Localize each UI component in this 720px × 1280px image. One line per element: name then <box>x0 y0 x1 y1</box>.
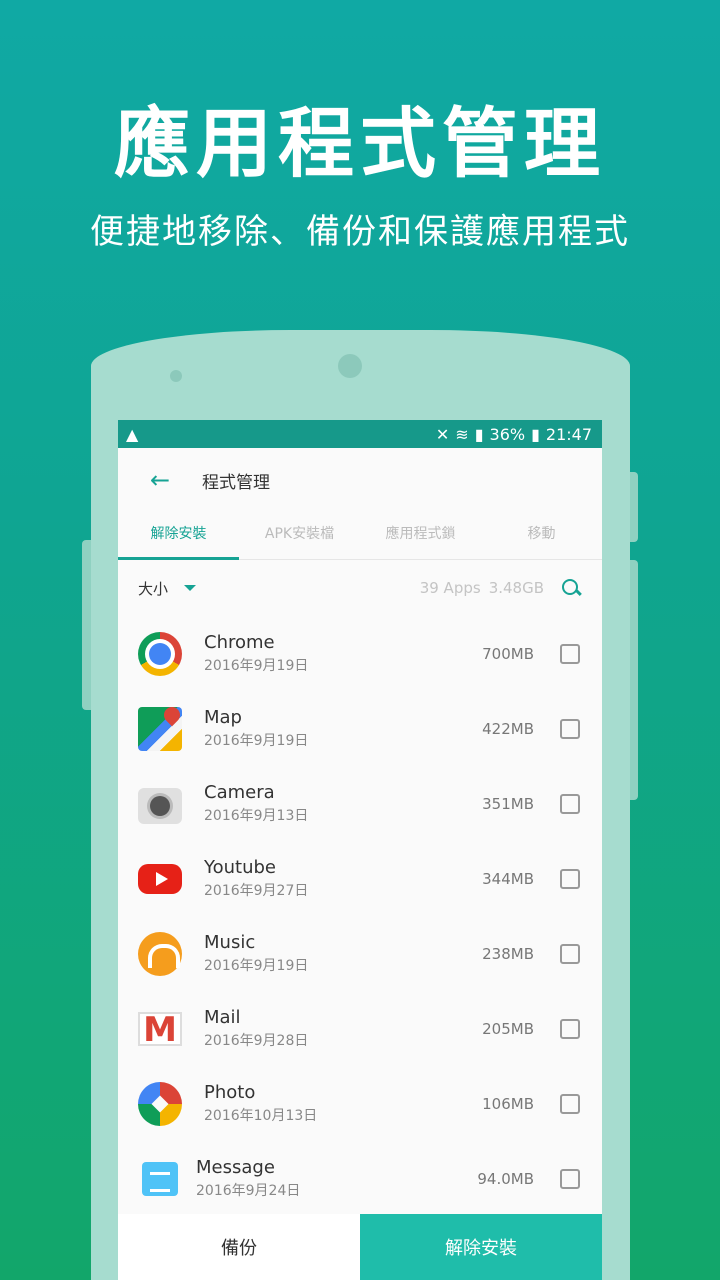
photo-icon <box>138 1081 182 1126</box>
app-bar: ← 程式管理 <box>118 448 602 512</box>
app-install-date: 2016年9月28日 <box>204 1032 309 1049</box>
phone-screen: ▲ ✕ ≋ ▮ 36% ▮ 21:47 ← 程式管理 解除安裝 APK安裝檔 應… <box>118 420 602 1280</box>
list-item[interactable]: Music 2016年9月19日 238MB <box>118 916 602 991</box>
page-title: 程式管理 <box>202 472 270 493</box>
app-size: 106MB <box>482 1094 534 1113</box>
search-icon[interactable] <box>560 577 582 599</box>
app-name: Chrome <box>204 631 275 653</box>
promo-title: 應用程式管理 <box>114 99 606 188</box>
tab-bar: 解除安裝 APK安裝檔 應用程式鎖 移動 <box>118 512 602 560</box>
app-size: 205MB <box>482 1019 534 1038</box>
camera-icon <box>138 787 182 824</box>
status-bar: ▲ ✕ ≋ ▮ 36% ▮ 21:47 <box>118 420 602 448</box>
app-install-date: 2016年10月13日 <box>204 1107 318 1124</box>
list-item[interactable]: Map 2016年9月19日 422MB <box>118 691 602 766</box>
mail-icon <box>138 1010 182 1050</box>
select-checkbox[interactable] <box>560 793 580 814</box>
phone-sensor <box>170 370 182 382</box>
uninstall-button[interactable]: 解除安裝 <box>360 1214 602 1280</box>
app-install-date: 2016年9月19日 <box>204 732 309 749</box>
youtube-icon <box>138 863 182 894</box>
map-icon <box>138 706 182 751</box>
list-item[interactable]: Photo 2016年10月13日 106MB <box>118 1066 602 1141</box>
message-icon <box>142 1161 178 1196</box>
select-checkbox[interactable] <box>560 943 580 964</box>
list-item[interactable]: Chrome 2016年9月19日 700MB <box>118 616 602 691</box>
select-checkbox[interactable] <box>560 868 580 889</box>
select-checkbox[interactable] <box>560 643 580 664</box>
tab-apk-files[interactable]: APK安裝檔 <box>239 512 360 559</box>
promo-subtitle: 便捷地移除、備份和保護應用程式 <box>90 212 630 252</box>
list-item[interactable]: Mail 2016年9月28日 205MB <box>118 991 602 1066</box>
app-size: 344MB <box>482 869 534 888</box>
select-checkbox[interactable] <box>560 718 580 739</box>
app-size: 422MB <box>482 719 534 738</box>
chrome-icon <box>138 631 182 676</box>
list-item[interactable]: Message 2016年9月24日 94.0MB <box>118 1141 602 1216</box>
filter-bar: 大小 39 Apps 3.48GB <box>118 560 602 616</box>
storage-summary: 39 Apps 3.48GB <box>420 579 544 597</box>
app-name: Message <box>196 1156 275 1178</box>
app-name: Map <box>204 706 242 728</box>
app-name: Music <box>204 931 256 953</box>
app-install-date: 2016年9月13日 <box>204 807 309 824</box>
wifi-icon: ≋ <box>455 424 469 444</box>
app-name: Camera <box>204 781 275 803</box>
app-size: 351MB <box>482 794 534 813</box>
bottom-action-bar: 備份 解除安裝 <box>118 1214 602 1280</box>
app-name: Photo <box>204 1081 256 1103</box>
back-arrow-icon[interactable]: ← <box>148 466 172 494</box>
app-list: Chrome 2016年9月19日 700MB Map 2016年9月19日 4… <box>118 616 602 1216</box>
phone-camera <box>338 354 362 378</box>
list-item[interactable]: Camera 2016年9月13日 351MB <box>118 766 602 841</box>
app-name: Mail <box>204 1006 241 1028</box>
app-count: 39 Apps <box>419 579 481 597</box>
clock: 21:47 <box>545 424 592 444</box>
tab-move[interactable]: 移動 <box>481 512 602 559</box>
signal-icon: ▮ <box>474 424 484 444</box>
select-checkbox[interactable] <box>560 1168 580 1189</box>
sort-dropdown-label[interactable]: 大小 <box>138 578 168 599</box>
app-install-date: 2016年9月19日 <box>204 957 309 974</box>
list-item[interactable]: Youtube 2016年9月27日 344MB <box>118 841 602 916</box>
app-install-date: 2016年9月27日 <box>204 882 309 899</box>
battery-percent: 36% <box>489 424 526 444</box>
total-size: 3.48GB <box>488 579 544 597</box>
app-size: 238MB <box>482 944 534 963</box>
app-install-date: 2016年9月24日 <box>196 1182 301 1199</box>
sort-caret-icon[interactable] <box>184 585 197 591</box>
app-name: Youtube <box>204 856 276 878</box>
tab-uninstall[interactable]: 解除安裝 <box>118 512 239 559</box>
select-checkbox[interactable] <box>560 1018 580 1039</box>
backup-button[interactable]: 備份 <box>118 1214 360 1280</box>
mute-icon: ✕ <box>435 424 450 444</box>
battery-icon: ▮ <box>531 424 540 444</box>
music-icon <box>138 931 182 976</box>
select-checkbox[interactable] <box>560 1093 580 1114</box>
app-install-date: 2016年9月19日 <box>204 657 309 674</box>
active-tab-indicator <box>118 557 239 560</box>
app-size: 700MB <box>482 644 534 663</box>
app-size: 94.0MB <box>477 1169 534 1188</box>
notification-icon: ▲ <box>126 424 139 444</box>
tab-app-lock[interactable]: 應用程式鎖 <box>360 512 481 559</box>
status-indicators: ✕ ≋ ▮ 36% ▮ 21:47 <box>436 425 592 444</box>
